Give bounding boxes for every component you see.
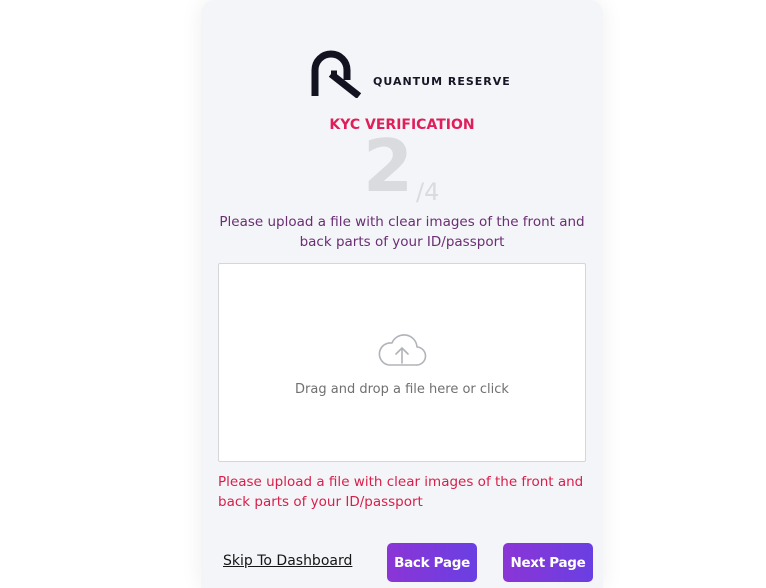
skip-to-dashboard-link[interactable]: Skip To Dashboard (223, 553, 352, 569)
kyc-card: QUANTUM RESERVE KYC VERIFICATION 2 /4 Pl… (201, 0, 603, 588)
cloud-upload-icon (378, 334, 427, 366)
error-message: Please upload a file with clear images o… (218, 474, 584, 510)
step-total: /4 (416, 178, 440, 206)
file-dropzone[interactable]: Drag and drop a file here or click (218, 263, 586, 462)
upload-instructions: Please upload a file with clear images o… (219, 214, 585, 250)
brand-logo: QUANTUM RESERVE (311, 50, 511, 98)
back-page-button[interactable]: Back Page (387, 543, 477, 582)
step-current: 2 (363, 124, 414, 208)
next-page-button[interactable]: Next Page (503, 543, 593, 582)
dropzone-text: Drag and drop a file here or click (295, 382, 509, 397)
step-indicator: 2 /4 (361, 128, 461, 212)
qr-logo-icon (311, 50, 362, 98)
brand-name: QUANTUM RESERVE (373, 74, 511, 88)
